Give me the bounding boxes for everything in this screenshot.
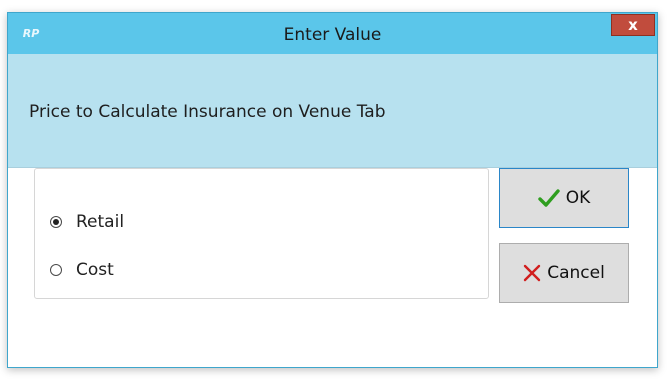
- radio-option-cost[interactable]: Cost: [50, 260, 114, 280]
- radio-label-cost: Cost: [76, 260, 114, 280]
- radio-button-cost[interactable]: [50, 264, 62, 276]
- radio-button-retail[interactable]: [50, 216, 62, 228]
- cross-icon: [523, 264, 541, 282]
- close-icon: x: [628, 16, 638, 34]
- window-title: Enter Value: [283, 25, 382, 45]
- cancel-button-label: Cancel: [547, 263, 605, 283]
- enter-value-dialog: RP Enter Value x Price to Calculate Insu…: [7, 12, 658, 368]
- close-button[interactable]: x: [611, 14, 655, 36]
- radio-option-retail[interactable]: Retail: [50, 212, 124, 232]
- title-bar[interactable]: RP Enter Value x: [8, 13, 657, 54]
- cancel-button[interactable]: Cancel: [499, 243, 629, 303]
- radio-selected-dot: [53, 219, 59, 225]
- ok-button-label: OK: [565, 188, 591, 208]
- options-group: Retail Cost: [34, 168, 489, 299]
- ok-button[interactable]: OK: [499, 168, 629, 228]
- prompt-text: Price to Calculate Insurance on Venue Ta…: [29, 102, 386, 122]
- radio-label-retail: Retail: [76, 212, 125, 232]
- prompt-panel: Price to Calculate Insurance on Venue Ta…: [8, 54, 657, 168]
- checkmark-icon: [538, 189, 560, 207]
